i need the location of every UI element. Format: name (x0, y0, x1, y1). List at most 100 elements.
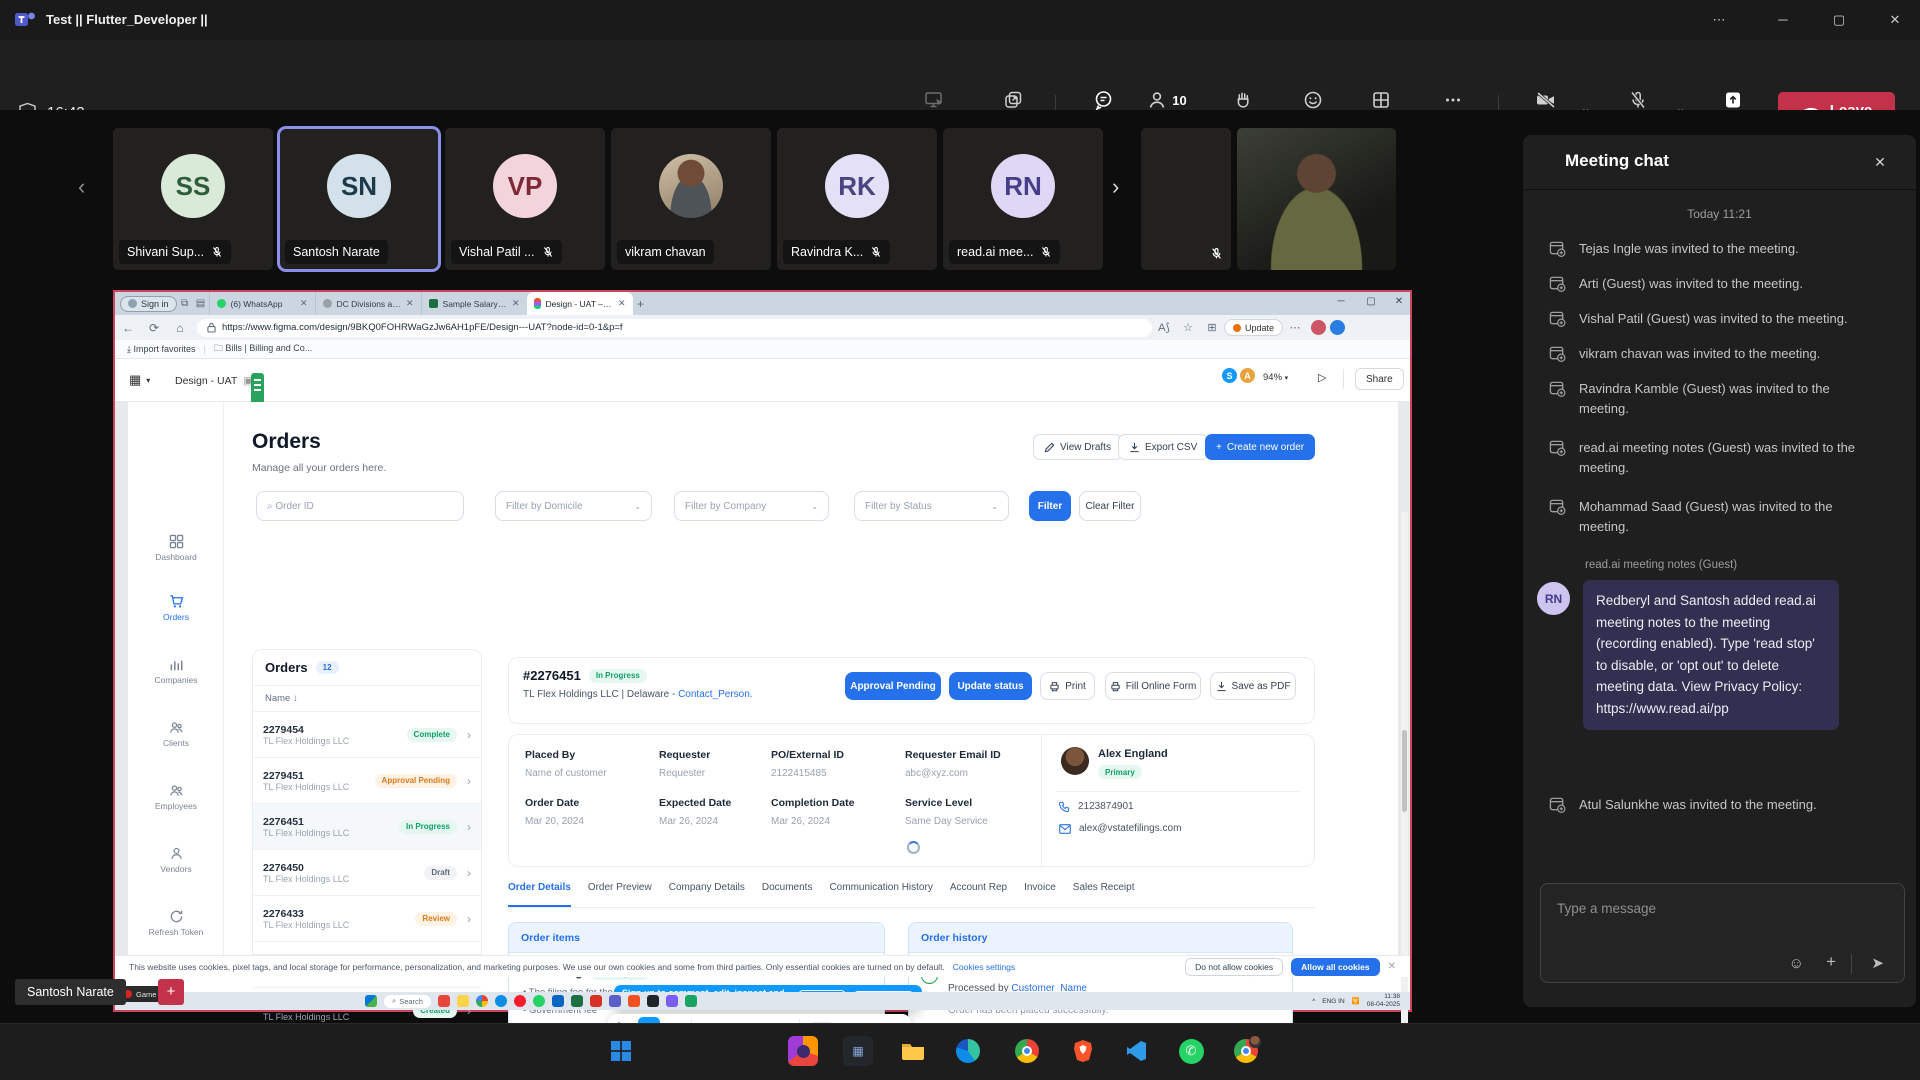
allow-cookies-button[interactable]: Allow all cookies (1291, 958, 1380, 976)
figma-file-name[interactable]: Design - UAT▣ (175, 375, 253, 387)
chrome-icon[interactable] (476, 995, 488, 1007)
browser-menu-icon[interactable]: ⋯ (1283, 321, 1307, 334)
order-row[interactable]: 2279451TL Flex Holdings LLCApproval Pend… (253, 757, 481, 803)
order-row[interactable]: 2276433TL Flex Holdings LLCReview› (253, 895, 481, 941)
collaborator-avatar[interactable]: S (1221, 367, 1238, 384)
sidebar-item-refresh-token[interactable]: Refresh Token (128, 909, 224, 937)
url-field[interactable]: https://www.figma.com/design/9BKQ0FOHRWa… (197, 319, 1152, 337)
titlebar-more-icon[interactable]: ⋯ (1702, 8, 1736, 32)
sidebar-item-orders[interactable]: Orders (128, 594, 224, 622)
back-icon[interactable]: ← (115, 321, 141, 335)
new-tab-icon[interactable]: + (633, 297, 649, 311)
filter-status-select[interactable]: Filter by Status⌄ (854, 491, 1009, 521)
send-icon[interactable]: ➤ (1871, 954, 1884, 972)
collaborator-avatar[interactable]: A (1239, 367, 1256, 384)
figma-share-button[interactable]: Share (1355, 368, 1404, 390)
browser-tab-figma[interactable]: Design - UAT – Figma✕ (527, 292, 633, 315)
scrollbar-thumb[interactable] (1402, 730, 1407, 812)
edge-icon[interactable] (495, 995, 507, 1007)
read-aloud-icon[interactable]: A⟆ (1152, 321, 1176, 334)
update-status-button[interactable]: Update status (949, 672, 1032, 700)
contact-phone[interactable]: 2123874901 (1059, 801, 1134, 812)
chat-close-icon[interactable]: ✕ (1867, 149, 1893, 175)
minimize-button[interactable]: ─ (1766, 8, 1800, 32)
tiles-scroll-left-icon[interactable]: ‹ (78, 174, 85, 200)
import-favorites-link[interactable]: ⤓ Import favorites (127, 344, 196, 355)
order-row[interactable]: 2276450TL Flex Holdings LLCDraft› (253, 849, 481, 895)
dark-app-icon[interactable]: ▦ (843, 1036, 873, 1066)
sidebar-item-vendors[interactable]: Vendors (128, 846, 224, 874)
tab-close-icon[interactable]: ✕ (406, 298, 414, 309)
start-button[interactable] (606, 1036, 636, 1066)
app-icon[interactable] (685, 995, 697, 1007)
order-id-search-input[interactable]: ⌕ Order ID (256, 491, 464, 521)
chat-message-input[interactable]: Type a message ☺ + ➤ (1540, 883, 1905, 983)
browser-tab-excel[interactable]: Sample Salary Structure with calc✕ (421, 292, 527, 315)
video-tile-vikram[interactable]: vikram chavan (611, 128, 771, 270)
tab-invoice[interactable]: Invoice (1024, 882, 1056, 907)
photos-app-icon[interactable] (438, 995, 450, 1007)
tab-communication-history[interactable]: Communication History (829, 882, 932, 907)
file-explorer-icon[interactable] (898, 1036, 928, 1066)
copilot-icon[interactable] (1330, 320, 1345, 335)
opera-icon[interactable] (514, 995, 526, 1007)
shared-search-pill[interactable]: ⌕ Search (384, 995, 431, 1008)
browser-sign-in-button[interactable]: Sign in (120, 296, 177, 312)
favorite-star-icon[interactable]: ☆ (1176, 321, 1200, 334)
firefox-icon[interactable] (797, 1045, 810, 1058)
word-app-icon[interactable] (552, 995, 564, 1007)
file-explorer-icon[interactable] (457, 995, 469, 1007)
video-tile-camera-on[interactable] (1237, 128, 1396, 270)
tab-close-icon[interactable]: ✕ (512, 298, 520, 309)
deny-cookies-button[interactable]: Do not allow cookies (1185, 958, 1283, 976)
browser-tab-dc[interactable]: DC Divisions and Surroundings✕ (315, 292, 421, 315)
browser-maximize-icon[interactable]: ▢ (1361, 296, 1381, 307)
filter-company-select[interactable]: Filter by Company⌄ (674, 491, 829, 521)
cookies-settings-link[interactable]: Cookies settings (953, 962, 1015, 972)
pdf-app-icon[interactable] (590, 995, 602, 1007)
video-tile-readai[interactable]: RN read.ai mee... (943, 128, 1103, 270)
list-column-header[interactable]: Name ↓ (253, 685, 481, 711)
tab-company-details[interactable]: Company Details (669, 882, 745, 907)
present-play-icon[interactable]: ▷ (1318, 371, 1326, 384)
order-row-selected[interactable]: 2276451TL Flex Holdings LLCIn Progress› (253, 803, 481, 849)
tab-order-details[interactable]: Order Details (508, 882, 571, 907)
browser-update-button[interactable]: Update (1224, 319, 1283, 336)
tab-close-icon[interactable]: ✕ (618, 298, 626, 309)
chrome-icon[interactable] (1012, 1036, 1042, 1066)
chrome-profile-icon[interactable] (1231, 1036, 1261, 1066)
video-tile-santosh[interactable]: SN Santosh Narate (279, 128, 439, 270)
close-button[interactable]: ✕ (1878, 8, 1912, 32)
tab-sales-receipt[interactable]: Sales Receipt (1073, 882, 1135, 907)
presenter-pin-icon[interactable]: + (158, 979, 184, 1005)
clear-filter-button[interactable]: Clear Filter (1079, 491, 1141, 521)
browser-minimize-icon[interactable]: ─ (1331, 296, 1351, 307)
video-tile-shivani[interactable]: SS Shivani Sup... (113, 128, 273, 270)
video-tile-ravindra[interactable]: RK Ravindra K... (777, 128, 937, 270)
favorites-folder[interactable]: 🗀 Bills | Billing and Co... (214, 341, 312, 357)
contact-person-link[interactable]: Contact_Person. (678, 689, 753, 700)
tab-close-icon[interactable]: ✕ (300, 298, 308, 309)
figma-main-menu[interactable]: ▦▾ (129, 372, 150, 388)
canvas-scrollbar[interactable] (1401, 512, 1408, 1065)
filter-apply-button[interactable]: Filter (1029, 491, 1071, 521)
sidebar-item-companies[interactable]: Companies (128, 657, 224, 685)
order-row[interactable]: 2279454TL Flex Holdings LLCComplete› (253, 711, 481, 757)
sidebar-item-clients[interactable]: Clients (128, 720, 224, 748)
shared-tray-chevron-icon[interactable]: ^ (1312, 998, 1315, 1005)
excel-app-icon[interactable] (571, 995, 583, 1007)
cookie-close-icon[interactable]: ✕ (1388, 961, 1396, 972)
office-app-icon[interactable] (628, 995, 640, 1007)
fill-online-form-button[interactable]: Fill Online Form (1105, 672, 1201, 700)
save-as-pdf-button[interactable]: Save as PDF (1210, 672, 1296, 700)
tab-documents[interactable]: Documents (762, 882, 813, 907)
browser-tab-whatsapp[interactable]: (6) WhatsApp✕ (209, 292, 315, 315)
profile-avatar[interactable] (1311, 320, 1326, 335)
whatsapp-icon[interactable] (533, 995, 545, 1007)
browser-close-icon[interactable]: ✕ (1389, 296, 1409, 307)
emoji-icon[interactable]: ☺ (1789, 955, 1804, 972)
maximize-button[interactable]: ▢ (1822, 8, 1856, 32)
view-drafts-button[interactable]: View Drafts (1033, 434, 1122, 460)
print-button[interactable]: Print (1040, 672, 1095, 700)
sidebar-item-employees[interactable]: Employees (128, 783, 224, 811)
